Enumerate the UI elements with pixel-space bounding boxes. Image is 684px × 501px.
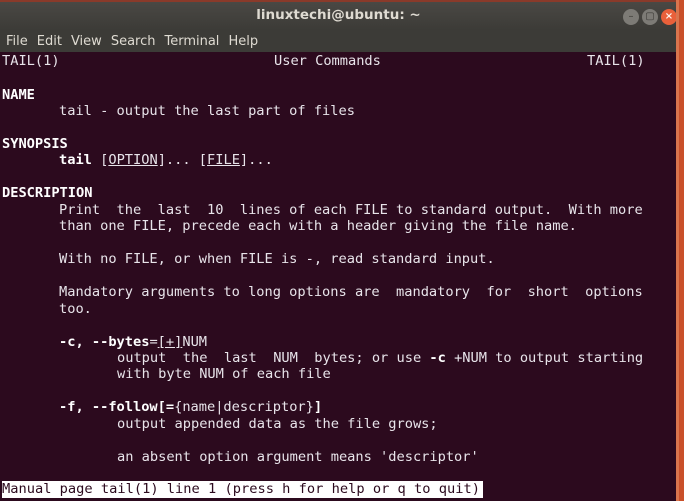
title-bar[interactable]: linuxtechi@ubuntu: ~ – ▢ ×: [0, 0, 677, 30]
option-bytes-desc: output the last NUM bytes; or use -c +NU…: [117, 350, 643, 366]
minimize-icon: –: [628, 11, 634, 22]
menu-view[interactable]: View: [71, 34, 102, 49]
close-button[interactable]: ×: [661, 9, 677, 25]
option-follow: -f, --follow[={name|descriptor}]: [59, 399, 322, 415]
menu-terminal[interactable]: Terminal: [164, 34, 219, 49]
synopsis-bracket: ]...: [157, 152, 199, 168]
description-line: Print the last 10 lines of each FILE to …: [59, 202, 643, 218]
maximize-icon: ▢: [645, 11, 655, 22]
synopsis-command: tail: [59, 152, 92, 168]
option-bytes: -c, --bytes=[+]NUM: [59, 334, 207, 350]
terminal-window: linuxtechi@ubuntu: ~ – ▢ × File Edit Vie…: [0, 0, 677, 501]
option-bracket: [=: [157, 399, 175, 415]
description-line: With no FILE, or when FILE is -, read st…: [59, 251, 495, 267]
man-header-right: TAIL(1): [587, 53, 645, 69]
option-eq: =: [149, 334, 158, 350]
option-flag: -c, --bytes: [59, 334, 150, 350]
menu-edit[interactable]: Edit: [37, 34, 62, 49]
close-icon: ×: [664, 11, 674, 22]
section-synopsis-heading: SYNOPSIS: [2, 136, 68, 152]
description-line: too.: [59, 301, 92, 317]
menu-help[interactable]: Help: [228, 34, 258, 49]
menu-file[interactable]: File: [6, 34, 28, 49]
window-edge: [676, 0, 679, 501]
option-desc-flag: -c: [429, 350, 446, 366]
man-header-center: User Commands: [274, 53, 381, 69]
option-flag: -f, --follow: [59, 399, 158, 415]
synopsis-line: tail [OPTION]... [FILE]...: [59, 152, 273, 168]
option-arg: {name|descriptor}: [174, 399, 314, 415]
option-arg: NUM: [182, 334, 208, 350]
synopsis-file: FILE: [207, 152, 240, 168]
synopsis-bracket: [: [198, 152, 208, 168]
option-bytes-desc: with byte NUM of each file: [117, 366, 331, 382]
option-bracket: [+]: [157, 334, 183, 350]
terminal-output[interactable]: TAIL(1) User Commands TAIL(1) NAME tail …: [0, 52, 677, 501]
synopsis-bracket: ]...: [239, 152, 273, 168]
window-title: linuxtechi@ubuntu: ~: [256, 7, 421, 23]
menu-search[interactable]: Search: [111, 34, 156, 49]
minimize-button[interactable]: –: [623, 9, 639, 25]
menu-bar: File Edit View Search Terminal Help: [0, 30, 677, 52]
man-header-left: TAIL(1): [2, 53, 60, 69]
pager-status-line: Manual page tail(1) line 1 (press h for …: [2, 481, 483, 498]
name-text: tail - output the last part of files: [59, 103, 355, 119]
description-line: Mandatory arguments to long options are …: [59, 284, 643, 300]
section-name-heading: NAME: [2, 87, 35, 103]
option-bracket: ]: [313, 399, 323, 415]
option-follow-desc: output appended data as the file grows;: [117, 416, 438, 432]
maximize-button[interactable]: ▢: [642, 9, 658, 25]
option-follow-desc: an absent option argument means 'descrip…: [117, 449, 479, 465]
option-desc-text: +NUM to output starting: [445, 350, 644, 366]
option-desc-text: output the last NUM bytes; or use: [117, 350, 430, 366]
description-line: than one FILE, precede each with a heade…: [59, 218, 577, 234]
section-description-heading: DESCRIPTION: [2, 185, 93, 201]
synopsis-option: OPTION: [108, 152, 158, 168]
